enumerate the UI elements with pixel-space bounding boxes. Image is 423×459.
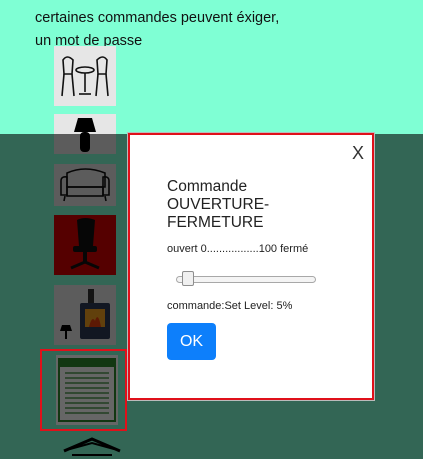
device-table-chairs[interactable] — [54, 46, 116, 106]
note-line-1: certaines commandes peuvent éxiger, — [35, 10, 280, 26]
slider-thumb[interactable] — [182, 271, 195, 286]
close-button[interactable]: X — [352, 144, 364, 162]
command-status: commande:Set Level: 5% — [167, 300, 293, 312]
slider-track[interactable] — [176, 276, 316, 283]
range-label: ouvert 0.................100 fermé — [167, 243, 309, 255]
table-chairs-icon — [61, 56, 109, 97]
modal-title-line-1: Commande — [167, 178, 248, 195]
modal-title-line-2: OUVERTURE- — [167, 196, 270, 213]
selected-device-highlight — [40, 349, 127, 431]
modal-title-line-3: FERMETURE — [167, 214, 264, 231]
level-slider[interactable] — [176, 271, 316, 286]
modal-title: Commande OUVERTURE- FERMETURE — [167, 178, 357, 232]
command-modal: X Commande OUVERTURE- FERMETURE ouvert 0… — [128, 133, 374, 400]
garage-icon — [63, 437, 121, 456]
device-garage[interactable] — [60, 437, 124, 459]
ok-button[interactable]: OK — [167, 323, 216, 360]
device-page: certaines commandes peuvent éxiger, un m… — [0, 0, 423, 459]
